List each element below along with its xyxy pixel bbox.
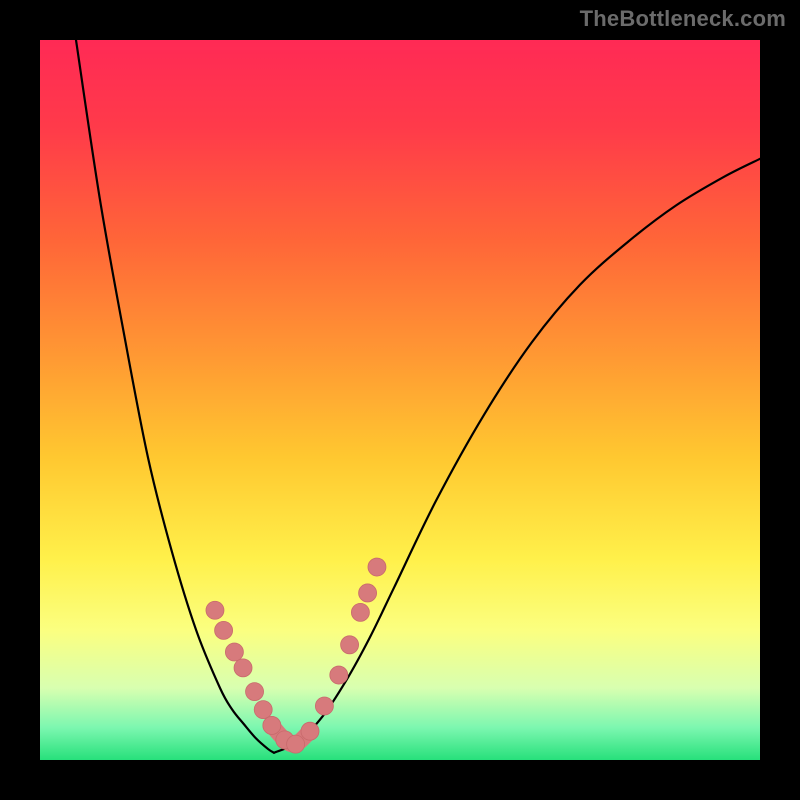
bead-dot — [254, 701, 272, 719]
bead-dot — [330, 666, 348, 684]
bead-dot — [359, 584, 377, 602]
curve-layer — [40, 40, 760, 760]
bead-dot — [341, 636, 359, 654]
bead-dot — [225, 643, 243, 661]
bead-dot — [287, 735, 305, 753]
bead-dot — [263, 716, 281, 734]
bead-dots — [206, 558, 386, 753]
bead-dot — [368, 558, 386, 576]
bead-dot — [234, 659, 252, 677]
right-curve — [274, 159, 760, 753]
outer-frame: TheBottleneck.com — [0, 0, 800, 800]
bead-dot — [301, 722, 319, 740]
watermark-text: TheBottleneck.com — [580, 6, 786, 32]
bead-dot — [246, 683, 264, 701]
bead-dot — [215, 621, 233, 639]
bead-dot — [315, 697, 333, 715]
left-curve — [76, 40, 274, 753]
bead-dot — [351, 603, 369, 621]
bead-dot — [206, 601, 224, 619]
plot-area — [40, 40, 760, 760]
